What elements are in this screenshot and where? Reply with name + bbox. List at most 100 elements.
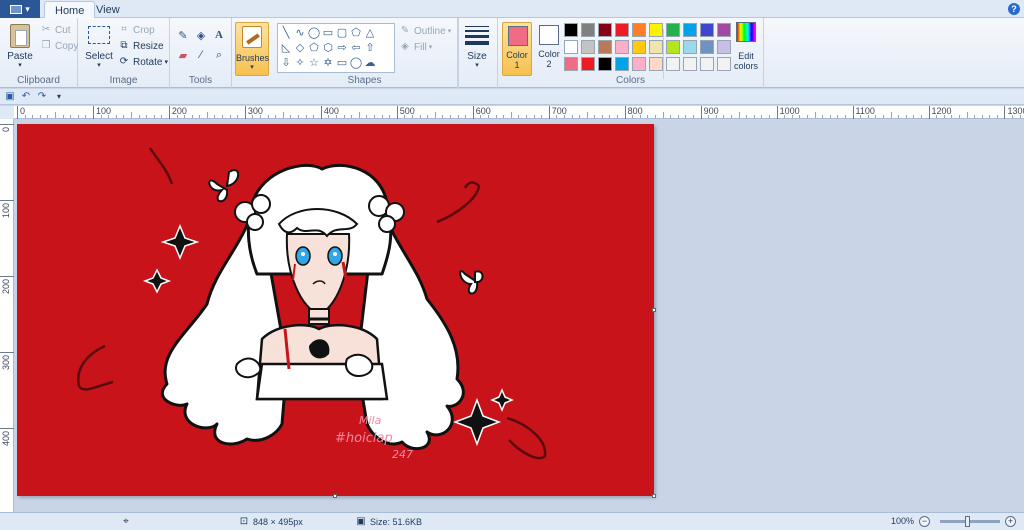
ruler-minor-tick	[890, 112, 892, 118]
curve-shape-icon[interactable]: ∿	[293, 26, 307, 40]
copy-button[interactable]: ❐ Copy	[40, 39, 79, 53]
cloud-callout-shape-icon[interactable]: ☁	[363, 56, 377, 70]
right-triangle-shape-icon[interactable]: ◺	[279, 41, 293, 55]
resize-button[interactable]: ⧉ Resize	[118, 39, 163, 53]
eraser-icon[interactable]: ▰	[175, 47, 191, 63]
zoom-slider-track[interactable]	[940, 520, 1000, 523]
ruler-minor-tick	[411, 115, 413, 118]
undo-icon[interactable]: ↶	[20, 91, 32, 103]
image-group-label: Image	[109, 75, 138, 86]
zoom-slider-thumb[interactable]	[965, 516, 970, 527]
fill-button[interactable]: ◈ Fill ▾	[399, 40, 432, 54]
signature-line3: 247	[392, 448, 413, 461]
rounded-rectangle-shape-icon[interactable]: ▢	[335, 26, 349, 40]
brushes-button[interactable]: Brushes ▾	[235, 22, 269, 76]
ruler-minor-tick	[746, 115, 748, 118]
ruler-minor-tick	[905, 115, 907, 118]
oval-shape-icon[interactable]: ◯	[307, 26, 321, 40]
drawing-canvas[interactable]: Mila #hoiclap 247	[17, 124, 654, 496]
signature-line1: Mila	[359, 414, 382, 427]
chevron-down-icon: ▾	[164, 59, 168, 66]
ribbon-tab-bar: ▾ Home View ?	[0, 0, 1024, 19]
ruler-minor-tick	[533, 115, 535, 118]
ruler-minor-tick	[130, 112, 132, 118]
ruler-minor-tick	[844, 115, 846, 118]
rectangle-shape-icon[interactable]: ▭	[321, 26, 335, 40]
clipboard-group: Paste ▾ ✂ Cut ❐ Copy Clipboard	[0, 18, 78, 88]
chevron-down-icon: ▾	[447, 28, 452, 35]
image-dimensions-label: 848 × 495px	[253, 517, 303, 527]
ruler-minor-tick	[343, 115, 345, 118]
ruler-tick	[0, 275, 14, 277]
six-point-star-shape-icon[interactable]: ✡	[321, 56, 335, 70]
ruler-minor-tick	[214, 115, 216, 118]
redo-icon[interactable]: ↷	[36, 91, 48, 103]
canvas-resize-handle-corner[interactable]	[652, 494, 656, 498]
pencil-icon[interactable]: ✎	[175, 27, 191, 43]
down-arrow-shape-icon[interactable]: ⇩	[279, 56, 293, 70]
canvas-resize-handle-right[interactable]	[652, 308, 656, 312]
ruler-minor-tick	[457, 115, 459, 118]
ruler-minor-tick	[184, 115, 186, 118]
four-point-star-shape-icon[interactable]: ✧	[293, 56, 307, 70]
ruler-minor-tick	[609, 115, 611, 118]
oval-callout-shape-icon[interactable]: ◯	[349, 56, 363, 70]
tab-view[interactable]: View	[86, 1, 130, 18]
help-icon[interactable]: ?	[1008, 3, 1020, 15]
ruler-minor-tick	[153, 115, 155, 118]
text-tool-icon[interactable]: A	[211, 27, 227, 43]
five-point-star-shape-icon[interactable]: ☆	[307, 56, 321, 70]
tools-group-label: Tools	[188, 75, 213, 86]
ruler-minor-tick	[146, 115, 148, 118]
outline-button[interactable]: ✎ Outline ▾	[399, 24, 451, 38]
zoom-in-icon[interactable]: +	[1005, 516, 1016, 527]
pentagon-shape-icon[interactable]: ⬠	[307, 41, 321, 55]
crop-button[interactable]: ⌗ Crop	[118, 23, 155, 37]
ruler-minor-tick	[47, 115, 49, 118]
left-arrow-shape-icon[interactable]: ⇦	[349, 41, 363, 55]
ruler-minor-tick	[32, 115, 34, 118]
diamond-shape-icon[interactable]: ◇	[293, 41, 307, 55]
fill-bucket-icon[interactable]: ◈	[193, 27, 209, 43]
ruler-minor-tick	[632, 115, 634, 118]
size-group	[458, 18, 498, 88]
save-icon[interactable]: ▣	[4, 91, 16, 103]
polygon-shape-icon[interactable]: ⬠	[349, 26, 363, 40]
cut-button[interactable]: ✂ Cut	[40, 23, 71, 37]
up-arrow-shape-icon[interactable]: ⇧	[363, 41, 377, 55]
ruler-minor-tick	[936, 115, 938, 118]
ruler-minor-tick	[138, 115, 140, 118]
rotate-button[interactable]: ⟳ Rotate ▾	[118, 55, 168, 69]
ruler-minor-tick	[541, 115, 543, 118]
chevron-down-icon: ▾	[250, 64, 254, 71]
hexagon-shape-icon[interactable]: ⬡	[321, 41, 335, 55]
clipboard-group-label: Clipboard	[17, 75, 60, 86]
color-picker-icon[interactable]: ⁄	[193, 47, 209, 63]
ruler-minor-tick	[449, 115, 451, 118]
ruler-minor-tick	[510, 112, 512, 118]
canvas-resize-handle-bottom[interactable]	[333, 494, 337, 498]
zoom-level: 100%	[891, 516, 914, 526]
ruler-minor-tick	[860, 115, 862, 118]
ruler-minor-tick	[563, 115, 565, 118]
triangle-shape-icon[interactable]: △	[363, 26, 377, 40]
clipboard-icon	[10, 24, 30, 48]
rounded-callout-shape-icon[interactable]: ▭	[335, 56, 349, 70]
right-arrow-shape-icon[interactable]: ⇨	[335, 41, 349, 55]
ruler-minor-tick	[989, 115, 991, 118]
chevron-down-icon: ▾	[428, 44, 433, 51]
ruler-tick	[776, 106, 778, 119]
ruler-minor-tick	[267, 115, 269, 118]
customize-toolbar-icon[interactable]: ▾	[53, 91, 65, 103]
ruler-minor-tick	[427, 115, 429, 118]
line-shape-icon[interactable]: ╲	[279, 26, 293, 40]
ruler-minor-tick	[374, 115, 375, 118]
ruler-minor-tick	[829, 115, 831, 118]
ruler-minor-tick	[305, 115, 307, 118]
ruler-minor-tick	[571, 115, 573, 118]
zoom-out-icon[interactable]: −	[919, 516, 930, 527]
rotate-label: Rotate	[133, 56, 163, 68]
ruler-minor-tick	[837, 115, 839, 118]
paint-menu-button[interactable]: ▾	[0, 0, 40, 18]
magnifier-icon[interactable]: ⌕	[211, 47, 227, 63]
